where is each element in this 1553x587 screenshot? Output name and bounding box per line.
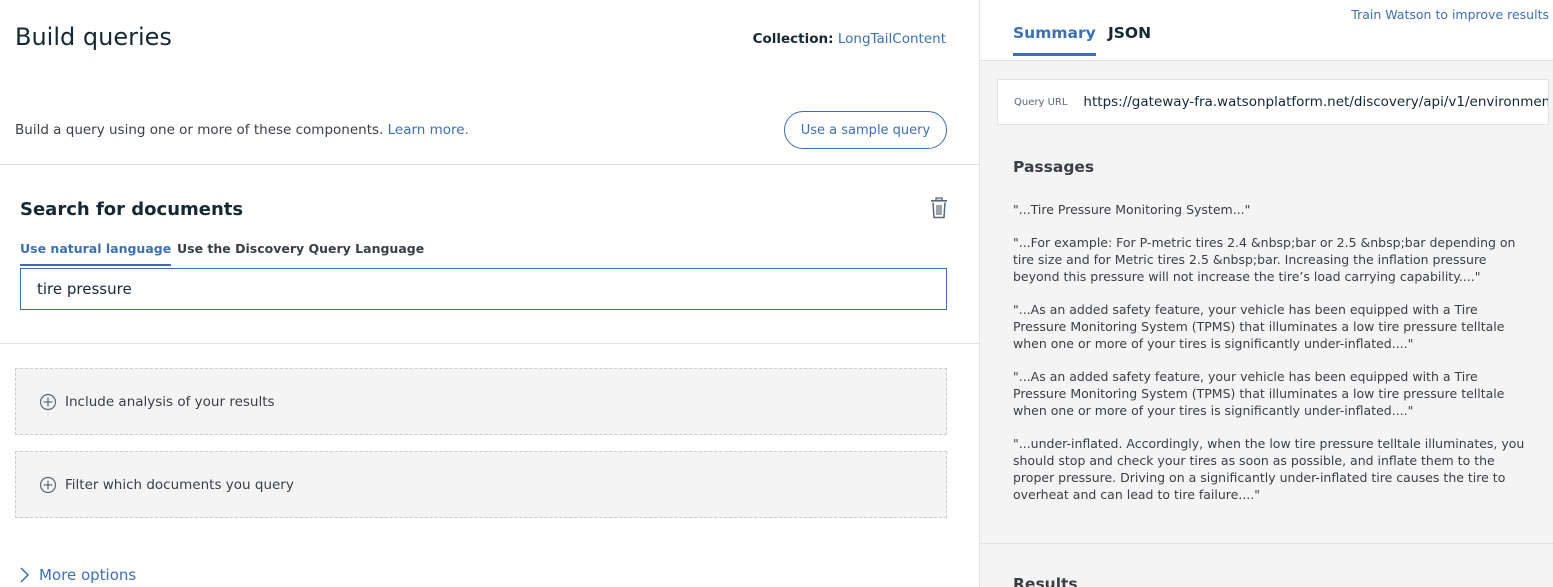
passage-item: "...For example: For P-metric tires 2.4 … [1013, 235, 1516, 284]
collection-link[interactable]: LongTailContent [838, 31, 946, 47]
build-queries-pane: Build queries Collection: LongTailConten… [0, 0, 979, 587]
add-circle-icon [39, 476, 57, 493]
passages-title: Passages [1013, 158, 1095, 176]
include-analysis-label: Include analysis of your results [65, 393, 275, 410]
tab-json[interactable]: JSON [1108, 24, 1151, 42]
query-input[interactable] [20, 268, 947, 310]
filter-documents-label: Filter which documents you query [65, 476, 294, 493]
more-options-label: More options [39, 566, 137, 584]
collection-label: Collection: [752, 31, 834, 47]
results-title: Results [1013, 575, 1078, 587]
query-url-field[interactable]: Query URL https://gateway-fra.watsonplat… [997, 79, 1549, 125]
intro-text: Build a query using one or more of these… [15, 122, 469, 138]
train-watson-link[interactable]: Train Watson to improve results [1351, 7, 1549, 22]
tab-natural-language[interactable]: Use natural language [20, 241, 172, 266]
summary-pane: Train Watson to improve results Summary … [979, 0, 1553, 587]
include-analysis-section[interactable]: Include analysis of your results [15, 368, 947, 435]
query-url-value[interactable]: https://gateway-fra.watsonplatform.net/d… [1083, 94, 1548, 110]
filter-documents-section[interactable]: Filter which documents you query [15, 451, 947, 518]
collection-info: Collection: LongTailContent [753, 31, 946, 47]
divider [980, 543, 1553, 544]
passage-item: "...As an added safety feature, your veh… [1013, 302, 1505, 351]
add-circle-icon [39, 393, 57, 410]
tab-discovery-query-language[interactable]: Use the Discovery Query Language [177, 241, 424, 256]
passage-item: "...Tire Pressure Monitoring System..." [1013, 202, 1251, 217]
passages-list: "...Tire Pressure Monitoring System..." … [1013, 201, 1533, 519]
more-options-toggle[interactable]: More options [18, 566, 136, 584]
passage-item: "...As an added safety feature, your veh… [1013, 369, 1505, 418]
page-title: Build queries [15, 23, 172, 51]
search-section-title: Search for documents [20, 199, 244, 220]
chevron-right-icon [20, 567, 30, 583]
divider [0, 343, 979, 344]
intro-description: Build a query using one or more of these… [15, 122, 384, 138]
use-sample-query-button[interactable]: Use a sample query [784, 111, 947, 149]
tab-summary[interactable]: Summary [1013, 24, 1096, 56]
summary-pane-header: Train Watson to improve results Summary … [980, 0, 1553, 61]
passage-item: "...under-inflated. Accordingly, when th… [1013, 436, 1525, 502]
learn-more-link[interactable]: Learn more. [388, 122, 469, 138]
trash-icon[interactable] [929, 197, 949, 219]
divider [0, 164, 979, 165]
query-url-label: Query URL [1014, 96, 1068, 108]
